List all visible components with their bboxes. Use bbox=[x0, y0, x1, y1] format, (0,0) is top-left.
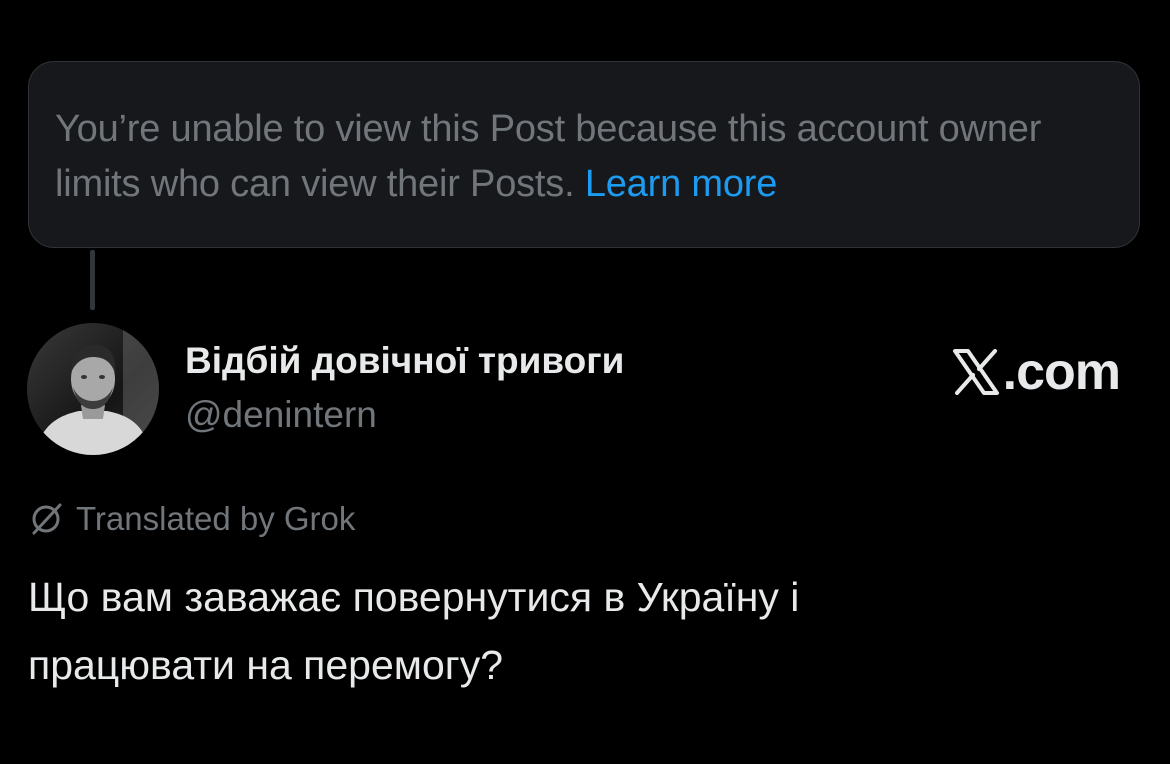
x-com-watermark: .com bbox=[951, 343, 1121, 401]
avatar[interactable] bbox=[27, 323, 159, 455]
translation-label: Translated by Grok bbox=[76, 500, 356, 537]
notice-message: You’re unable to view this Post because … bbox=[55, 102, 1113, 212]
thread-connector-line bbox=[90, 250, 95, 310]
brand-text: .com bbox=[1002, 343, 1121, 401]
restricted-post-notice: You’re unable to view this Post because … bbox=[28, 61, 1140, 248]
x-logo-icon bbox=[952, 349, 999, 395]
profile-photo bbox=[27, 323, 159, 455]
author-handle[interactable]: @denintern bbox=[185, 394, 377, 436]
learn-more-link[interactable]: Learn more bbox=[585, 163, 778, 205]
notice-text: You’re unable to view this Post because … bbox=[55, 108, 1042, 205]
translation-indicator[interactable]: Translated by Grok bbox=[28, 499, 355, 539]
author-display-name[interactable]: Відбій довічної тривоги bbox=[185, 340, 624, 382]
post-text: Що вам заважає повернутися в Україну і п… bbox=[28, 574, 800, 688]
grok-icon bbox=[32, 503, 62, 535]
